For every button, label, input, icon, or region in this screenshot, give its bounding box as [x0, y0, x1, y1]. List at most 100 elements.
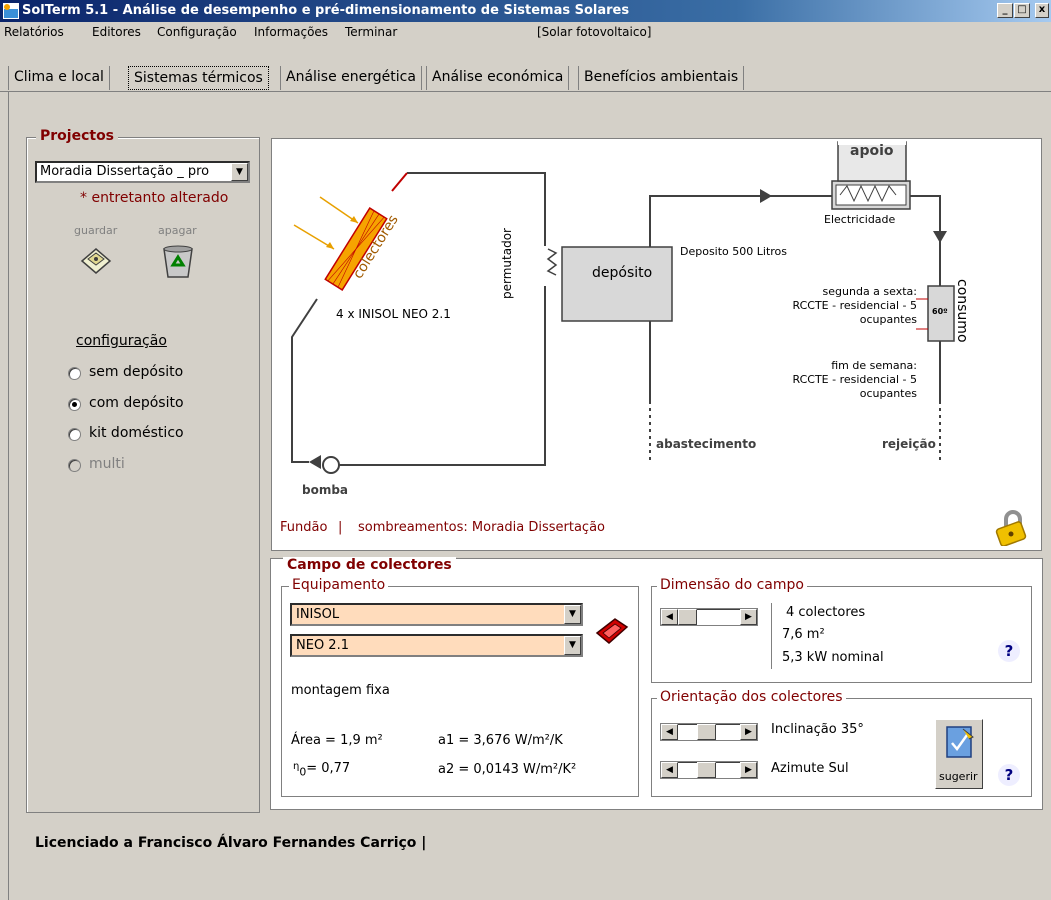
radio-multi: [68, 459, 81, 472]
weekend-line1: RCCTE - residencial - 5: [792, 373, 917, 386]
radio-label-multi: multi: [89, 456, 125, 472]
lock-icon[interactable]: [992, 510, 1028, 546]
tab-analise-economica[interactable]: Análise económica: [426, 66, 570, 90]
shading-link[interactable]: sombreamentos: Moradia Dissertação: [358, 520, 605, 535]
weekday-line1: RCCTE - residencial - 5: [792, 299, 917, 312]
model-select[interactable]: NEO 2.1 ▼: [290, 634, 583, 657]
weekend-profile: fim de semana: RCCTE - residencial - 5 o…: [792, 359, 917, 401]
menu-editores[interactable]: Editores: [92, 25, 141, 39]
slider-thumb[interactable]: [697, 762, 716, 778]
dimension-divider: [771, 603, 772, 669]
scroll-left-icon[interactable]: ◀: [661, 724, 678, 740]
weekday-title: segunda a sexta:: [822, 285, 917, 298]
tab-divider: [0, 91, 1051, 92]
minimize-button[interactable]: _: [997, 3, 1013, 18]
window-left-border: [8, 92, 9, 900]
recycle-bin-icon[interactable]: [158, 241, 198, 281]
model-value: NEO 2.1: [296, 638, 349, 653]
radio-com-deposito[interactable]: [68, 398, 81, 411]
menu-informacoes[interactable]: Informações: [254, 25, 328, 39]
weekday-profile: segunda a sexta: RCCTE - residencial - 5…: [792, 285, 917, 327]
projects-legend: Projectos: [36, 128, 119, 144]
slider-thumb[interactable]: [697, 724, 716, 740]
close-button[interactable]: x: [1035, 3, 1049, 18]
projects-panel: [26, 137, 260, 813]
temperature-label: 60º: [932, 307, 948, 316]
area-text: Área = 1,9 m²: [291, 733, 383, 748]
eta-text: η0= 0,77: [293, 761, 350, 779]
equipment-legend: Equipamento: [289, 577, 389, 593]
orientation-legend: Orientação dos colectores: [657, 689, 846, 705]
save-icon[interactable]: [78, 243, 114, 279]
scroll-left-icon[interactable]: ◀: [661, 609, 678, 625]
delete-label: apagar: [158, 224, 197, 237]
menu-terminar[interactable]: Terminar: [345, 25, 397, 39]
maximize-button[interactable]: □: [1014, 3, 1030, 18]
diagram-drawing: [291, 139, 955, 474]
collector-count: 4 colectores: [786, 605, 866, 620]
radio-label-kit-domestico[interactable]: kit doméstico: [89, 425, 184, 441]
license-text: Licenciado a Francisco Álvaro Fernandes …: [35, 835, 427, 851]
save-label: guardar: [74, 224, 118, 237]
radio-label-com-deposito[interactable]: com depósito: [89, 395, 184, 411]
exchanger-label: permutador: [500, 228, 514, 299]
pump-label: bomba: [302, 483, 349, 497]
dimension-help-icon[interactable]: ?: [998, 640, 1020, 662]
chevron-down-icon[interactable]: ▼: [564, 605, 581, 624]
radio-sem-deposito[interactable]: [68, 367, 81, 380]
project-select-value: Moradia Dissertação _ pro: [40, 164, 210, 179]
title-bar: SolTerm 5.1 - Análise de desempenho e pr…: [0, 0, 1051, 22]
tab-clima-local[interactable]: Clima e local: [8, 66, 110, 90]
tab-sistemas-termicos[interactable]: Sistemas térmicos: [128, 66, 269, 90]
window-title: SolTerm 5.1 - Análise de desempenho e pr…: [22, 3, 630, 18]
backup-source: Electricidade: [824, 213, 896, 226]
collector-field-panel: Campo de colectores Equipamento INISOL ▼…: [270, 557, 1043, 810]
collector-count-slider[interactable]: ◀ ▶: [660, 608, 758, 626]
consumption-label: consumo: [954, 279, 970, 343]
menu-configuracao[interactable]: Configuração: [157, 25, 237, 39]
collectors-model: 4 x INISOL NEO 2.1: [336, 307, 451, 321]
weekend-title: fim de semana:: [831, 359, 917, 372]
tilt-value: Inclinação 35°: [771, 722, 864, 737]
rejection-label: rejeição: [882, 437, 936, 451]
scroll-right-icon[interactable]: ▶: [740, 762, 757, 778]
system-diagram: colectores 4 x INISOL NEO 2.1 permutador…: [271, 138, 1042, 551]
field-area: 7,6 m²: [782, 627, 825, 642]
mounting-text: montagem fixa: [291, 683, 390, 698]
suggest-label: sugerir: [939, 770, 978, 783]
backup-label: apoio: [850, 143, 894, 159]
chevron-down-icon[interactable]: ▼: [231, 163, 248, 181]
dimension-legend: Dimensão do campo: [657, 577, 807, 593]
mode-indicator: [Solar fotovoltaico]: [537, 25, 652, 39]
changed-note: * entretanto alterado: [80, 190, 229, 206]
tab-analise-energetica[interactable]: Análise energética: [280, 66, 422, 90]
a2-text: a2 = 0,0143 W/m²/K²: [438, 762, 577, 777]
config-title: configuração: [76, 333, 167, 349]
azimuth-value: Azimute Sul: [771, 761, 849, 776]
tab-beneficios-ambientais[interactable]: Benefícios ambientais: [578, 66, 745, 90]
manufacturer-select[interactable]: INISOL ▼: [290, 603, 583, 626]
slider-thumb[interactable]: [678, 609, 697, 625]
scroll-left-icon[interactable]: ◀: [661, 762, 678, 778]
scroll-right-icon[interactable]: ▶: [740, 609, 757, 625]
menu-relatorios[interactable]: Relatórios: [4, 25, 64, 39]
tank-size: Deposito 500 Litros: [680, 245, 788, 258]
collector-editor-icon[interactable]: [593, 615, 629, 647]
a1-text: a1 = 3,676 W/m²/K: [438, 733, 563, 748]
radio-kit-domestico[interactable]: [68, 428, 81, 441]
location-link[interactable]: Fundão: [280, 520, 327, 535]
link-separator: |: [338, 520, 343, 535]
manufacturer-value: INISOL: [296, 607, 340, 622]
tank-label: depósito: [592, 265, 653, 281]
chevron-down-icon[interactable]: ▼: [564, 636, 581, 655]
eta-value: = 0,77: [306, 761, 351, 776]
nominal-power: 5,3 kW nominal: [782, 650, 884, 665]
suggest-button[interactable]: sugerir: [935, 719, 983, 789]
scroll-right-icon[interactable]: ▶: [740, 724, 757, 740]
azimuth-slider[interactable]: ◀ ▶: [660, 761, 758, 779]
project-select[interactable]: Moradia Dissertação _ pro ▼: [35, 161, 250, 183]
radio-label-sem-deposito[interactable]: sem depósito: [89, 364, 183, 380]
orientation-help-icon[interactable]: ?: [998, 764, 1020, 786]
tilt-slider[interactable]: ◀ ▶: [660, 723, 758, 741]
menu-bar: Relatórios Editores Configuração Informa…: [0, 22, 1051, 42]
